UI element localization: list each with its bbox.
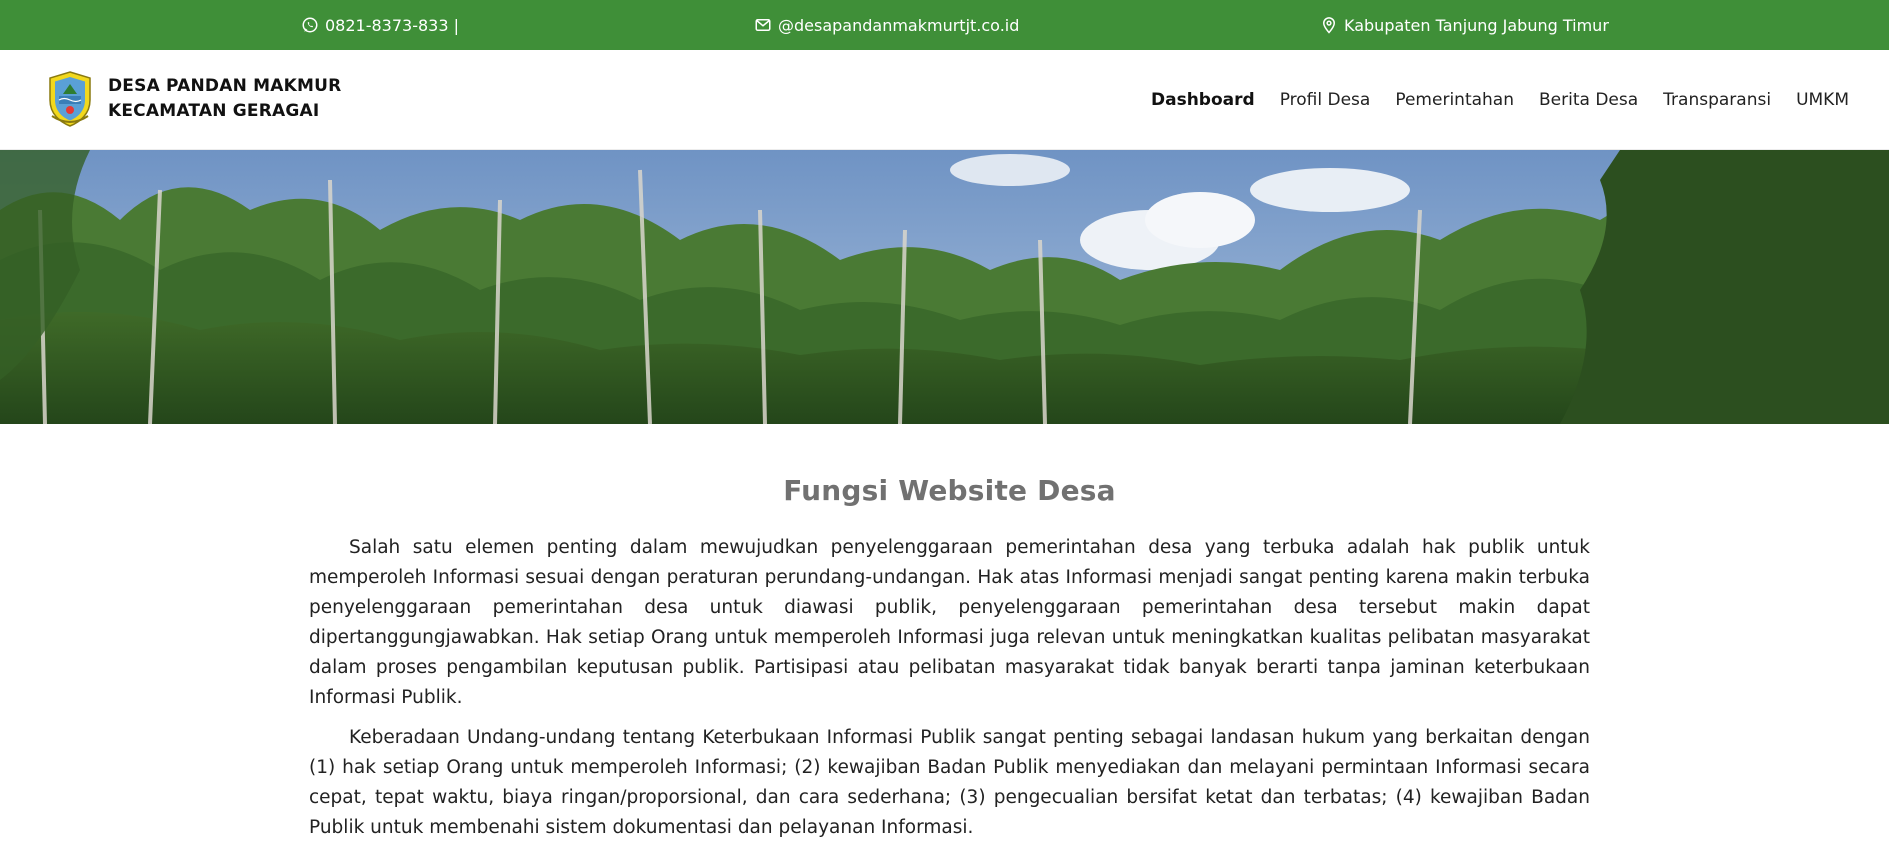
whatsapp-icon xyxy=(302,17,318,33)
top-contact-bar: 0821-8373-833 | @desapandanmakmurtjt.co.… xyxy=(0,0,1889,50)
phone-number: 0821-8373-833 | xyxy=(325,15,459,35)
location-contact[interactable]: Kabupaten Tanjung Jabung Timur xyxy=(1320,0,1609,50)
regency-emblem-icon xyxy=(49,71,91,127)
paragraph: Keberadaan Undang-undang tentang Keterbu… xyxy=(309,727,1590,838)
paragraph: Salah satu elemen penting dalam mewujudk… xyxy=(309,537,1590,708)
email-address: @desapandanmakmurtjt.co.id xyxy=(778,15,1020,35)
nav-item-dashboard[interactable]: Dashboard xyxy=(1151,90,1255,110)
nav-item-pemerintahan[interactable]: Pemerintahan xyxy=(1395,90,1514,110)
phone-contact[interactable]: 0821-8373-833 | xyxy=(301,0,459,50)
brand-name: DESA PANDAN MAKMUR xyxy=(108,76,342,96)
brand-home-link[interactable]: DESA PANDAN MAKMUR KECAMATAN GERAGAI xyxy=(46,70,341,128)
email-contact[interactable]: @desapandanmakmurtjt.co.id xyxy=(754,0,1019,50)
brand-district: KECAMATAN GERAGAI xyxy=(108,101,320,121)
location-text: Kabupaten Tanjung Jabung Timur xyxy=(1344,15,1609,35)
main-nav: Dashboard Profil Desa Pemerintahan Berit… xyxy=(1151,50,1849,150)
nav-item-umkm[interactable]: UMKM xyxy=(1796,90,1849,110)
section-heading: Fungsi Website Desa xyxy=(783,474,1116,507)
main-content: Fungsi Website Desa Salah satu elemen pe… xyxy=(309,474,1590,853)
mail-icon xyxy=(755,19,771,31)
nav-item-transparansi[interactable]: Transparansi xyxy=(1663,90,1771,110)
hero-banner xyxy=(0,150,1889,424)
nav-item-berita-desa[interactable]: Berita Desa xyxy=(1539,90,1638,110)
map-pin-icon xyxy=(1322,17,1336,34)
site-header: DESA PANDAN MAKMUR KECAMATAN GERAGAI Das… xyxy=(0,50,1889,150)
nav-item-profil-desa[interactable]: Profil Desa xyxy=(1280,90,1371,110)
hero-forest-image xyxy=(0,150,1889,424)
